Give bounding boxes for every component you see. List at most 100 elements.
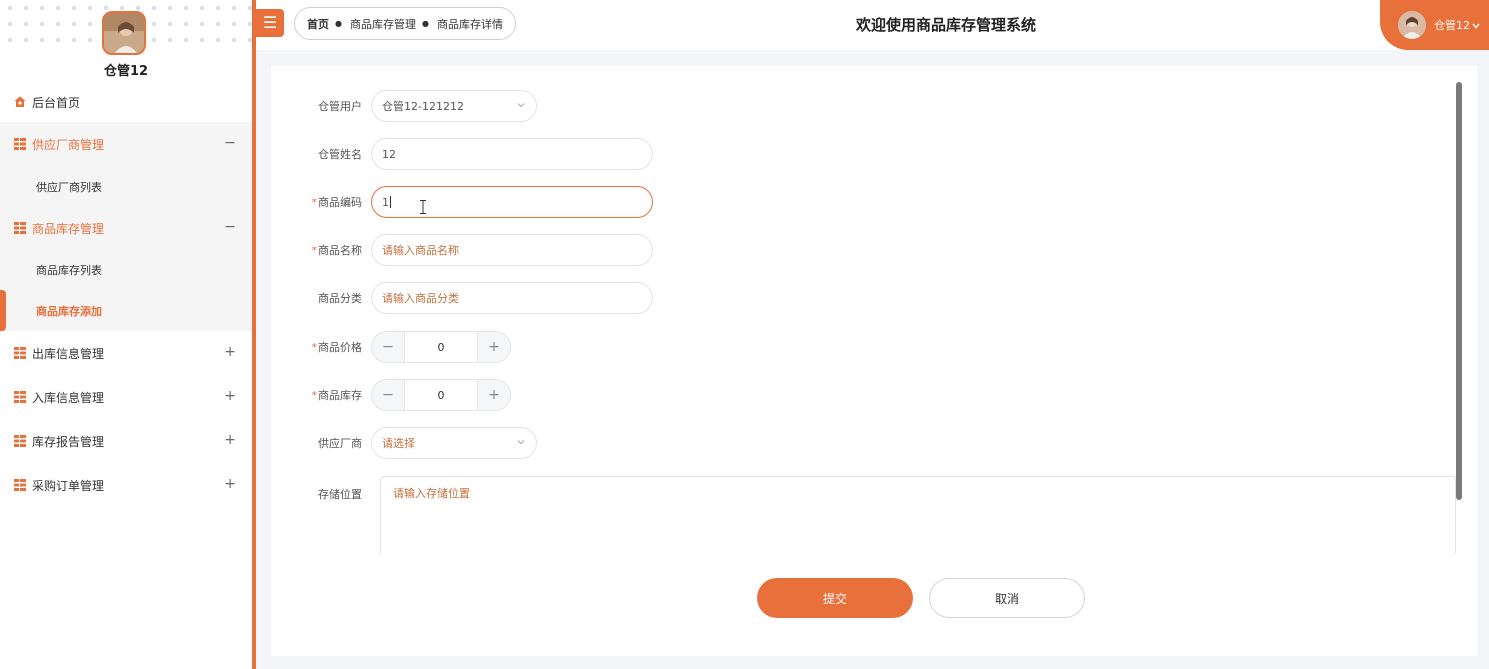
bullet-icon: ● [335,19,342,28]
sidebar-item-goods-stock-management[interactable]: 商品库存管理 − [0,207,252,249]
price-increment-button[interactable]: + [478,332,510,362]
expand-icon[interactable]: + [224,388,236,404]
grid-icon [14,479,26,491]
avatar[interactable] [102,11,146,55]
user-menu[interactable]: 仓管12 [1380,0,1489,50]
form-row-stock: *商品库存 − 0 + [271,379,511,411]
sidebar-item-outbound-management[interactable]: 出库信息管理 + [0,331,252,375]
form-card: 仓管用户 仓管12-121212 仓管姓名 12 *商品编码 1 *商品名称 请… [271,66,1477,656]
home-icon [14,96,26,108]
field-label: 仓管用户 [318,100,362,113]
sidebar-item-label: 采购订单管理 [32,478,105,493]
placeholder-text: 请输入存储位置 [393,487,470,500]
chevron-down-icon [516,100,526,113]
header-user-name: 仓管12 [1434,19,1470,32]
goods-category-input[interactable]: 请输入商品分类 [371,282,653,314]
sidebar-item-supplier-list[interactable]: 供应厂商列表 [0,166,252,207]
header-avatar [1398,11,1426,39]
field-label: *商品价格 [311,341,363,354]
field-label: *商品名称 [311,244,363,257]
goods-code-value: 1 [382,195,389,209]
grid-icon [14,391,26,403]
goods-code-input[interactable]: 1 [371,186,653,218]
sidebar-item-label: 出库信息管理 [32,346,105,361]
grid-icon [14,347,26,359]
sidebar-user-name: 仓管12 [103,64,149,79]
hamburger-icon: ☰ [262,13,278,32]
grid-icon [14,435,26,447]
collapse-icon[interactable]: − [224,219,236,235]
menu-group-goods-stock: 商品库存管理 − 商品库存列表 商品库存添加 [0,207,252,331]
user-select[interactable]: 仓管12-121212 [371,90,537,122]
sidebar-item-label: 商品库存添加 [36,304,102,318]
form-row-goods-name: *商品名称 请输入商品名称 [271,234,653,266]
sidebar-item-goods-stock-list[interactable]: 商品库存列表 [0,249,252,290]
sidebar-item-label: 供应厂商管理 [32,137,105,152]
cancel-button[interactable]: 取消 [929,578,1085,618]
supplier-select[interactable]: 请选择 [371,427,537,459]
grid-icon [14,222,26,234]
user-select-value: 仓管12-121212 [382,100,464,113]
menu-toggle-button[interactable]: ☰ [256,9,284,37]
field-label: *商品库存 [311,389,363,402]
breadcrumb-item-goods-stock-detail: 商品库存详情 [436,17,503,31]
keeper-name-value: 12 [382,147,396,161]
breadcrumb-item-goods-stock-management[interactable]: 商品库存管理 [350,16,416,32]
price-stepper: − 0 + [371,331,511,363]
price-value[interactable]: 0 [404,332,478,362]
breadcrumb-item-home[interactable]: 首页 [307,16,329,32]
sidebar-item-label: 商品库存管理 [32,221,105,236]
bullet-icon: ● [421,19,429,28]
menu-group-supplier: 供应厂商管理 − 供应厂商列表 [0,122,252,207]
form-row-category: 商品分类 请输入商品分类 [271,282,653,314]
sidebar-menu: 后台首页 供应厂商管理 − 供应厂商列表 商品库存管理 − 商品库存列表 商品库… [0,82,252,507]
price-decrement-button[interactable]: − [372,332,404,362]
field-label: 仓管姓名 [318,148,362,161]
placeholder-text: 请输入商品分类 [382,292,459,305]
goods-name-input[interactable]: 请输入商品名称 [371,234,653,266]
field-label: 存储位置 [318,488,362,501]
sidebar-item-supplier-management[interactable]: 供应厂商管理 − [0,122,252,166]
submit-button[interactable]: 提交 [757,578,913,618]
sidebar-item-label: 库存报告管理 [32,434,105,449]
chevron-down-icon [1472,19,1480,32]
expand-icon[interactable]: + [224,432,236,448]
sidebar-item-inbound-management[interactable]: 入库信息管理 + [0,375,252,419]
stock-stepper: − 0 + [371,379,511,411]
sidebar-item-label: 后台首页 [32,95,81,110]
collapse-icon[interactable]: − [224,135,236,151]
page-title: 欢迎使用商品库存管理系统 [856,16,1037,34]
sidebar-item-stock-report-management[interactable]: 库存报告管理 + [0,419,252,463]
placeholder-text: 请选择 [382,437,415,450]
field-label: 供应厂商 [318,437,362,450]
placeholder-text: 请输入商品名称 [382,244,459,257]
keeper-name-field[interactable]: 12 [371,138,653,170]
sidebar-item-goods-stock-add[interactable]: 商品库存添加 [0,290,252,331]
sidebar-item-purchase-order-management[interactable]: 采购订单管理 + [0,463,252,507]
top-header: ☰ 首页 ● 商品库存管理 ● 商品库存详情 欢迎使用商品库存管理系统 仓管12 [256,0,1489,50]
form-row-price: *商品价格 − 0 + [271,331,511,363]
sidebar-item-label: 入库信息管理 [32,390,105,405]
sidebar-item-home[interactable]: 后台首页 [0,82,252,122]
form-row-location-label: 存储位置 [271,478,371,510]
expand-icon[interactable]: + [224,476,236,492]
form-row-user: 仓管用户 仓管12-121212 [271,90,537,122]
expand-icon[interactable]: + [224,344,236,360]
vertical-scrollbar[interactable] [1456,82,1462,500]
field-label: *商品编码 [311,196,363,209]
form-row-supplier: 供应厂商 请选择 [271,427,537,459]
sidebar: 仓管12 后台首页 供应厂商管理 − 供应厂商列表 商品库存管理 − 商品库存列… [0,0,256,669]
breadcrumb: 首页 ● 商品库存管理 ● 商品库存详情 [294,7,516,40]
stock-value[interactable]: 0 [404,380,478,410]
chevron-down-icon [516,437,526,450]
form-row-name: 仓管姓名 12 [271,138,653,170]
text-cursor-icon [420,200,426,217]
stock-decrement-button[interactable]: − [372,380,404,410]
form-row-code: *商品编码 1 [271,186,653,218]
stock-increment-button[interactable]: + [478,380,510,410]
field-label: 商品分类 [318,292,362,305]
sidebar-item-label: 供应厂商列表 [36,180,102,194]
sidebar-item-label: 商品库存列表 [36,263,102,277]
grid-icon [14,138,26,150]
storage-location-textarea[interactable]: 请输入存储位置 [380,476,1456,554]
